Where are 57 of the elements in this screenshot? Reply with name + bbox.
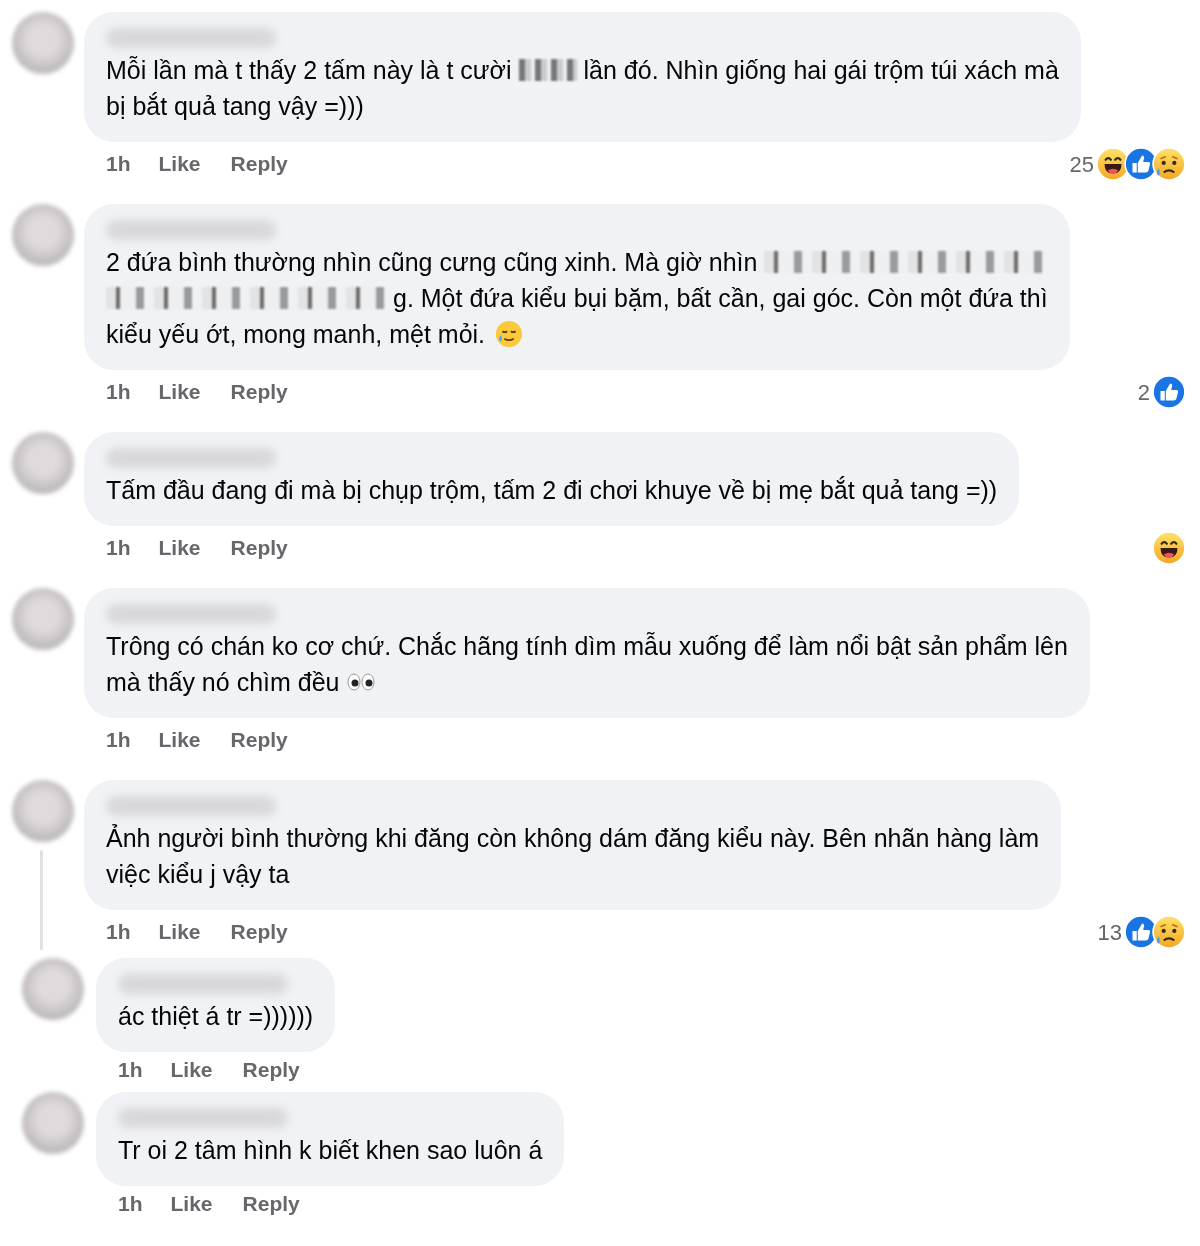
comment-text: Tr oi 2 tâm hình k biết khen sao luôn á (118, 1135, 543, 1166)
comment-text: Mỗi lần mà t thấy 2 tấm này là t cười (106, 55, 512, 86)
comment-text: Trông có chán ko cơ chứ. Chắc hãng tính dìm mẫu xuống để làm nổi bật sản phẩm lên (106, 631, 1068, 662)
like-button[interactable]: Like (170, 1054, 213, 1086)
like-button[interactable]: Like (158, 148, 201, 180)
reply-button[interactable]: Reply (230, 532, 288, 564)
avatar[interactable] (12, 432, 74, 494)
reactions-summary[interactable] (1152, 531, 1186, 565)
like-button[interactable]: Like (158, 376, 201, 408)
reply-button[interactable]: Reply (242, 1188, 300, 1220)
comment-text: Tấm đầu đang đi mà bị chụp trộm, tấm 2 đi chơi khuye về bị mẹ bắt quả tang =)) (106, 475, 998, 506)
timestamp[interactable]: 1h (118, 1188, 143, 1220)
comment-text: g. Một đứa kiểu bụi bặm, bất cần, gai góc. Còn một đứa thì (393, 283, 1048, 314)
reactions-summary[interactable]: 13 (1097, 915, 1186, 949)
comment-text: lần đó. Nhìn giống hai gái trộm túi xách mà (583, 55, 1059, 86)
timestamp[interactable]: 1h (118, 1054, 143, 1086)
laughing-face-icon (1152, 531, 1186, 565)
comment-text: mà thấy nó chìm đều (106, 667, 340, 698)
smiling-face-with-tear-icon (494, 319, 525, 349)
like-button[interactable]: Like (158, 532, 201, 564)
pixelated-text (518, 59, 577, 81)
reply-button[interactable]: Reply (230, 724, 288, 756)
thumbs-up-icon (1124, 915, 1158, 949)
sad-face-icon (1152, 147, 1186, 181)
like-button[interactable]: Like (158, 724, 201, 756)
reply-button[interactable]: Reply (230, 148, 288, 180)
reaction-count: 13 (1097, 918, 1122, 947)
reaction-count: 25 (1069, 150, 1094, 179)
timestamp[interactable]: 1h (106, 148, 131, 180)
like-button[interactable]: Like (170, 1188, 213, 1220)
reaction-count: 2 (1137, 378, 1150, 407)
avatar[interactable] (22, 958, 84, 1020)
comment-text: 2 đứa bình thường nhìn cũng cưng cũng xinh. Mà giờ nhìn (106, 247, 758, 278)
avatar[interactable] (12, 588, 74, 650)
reply-button[interactable]: Reply (242, 1054, 300, 1086)
eyes-icon (346, 671, 377, 693)
like-button[interactable]: Like (158, 916, 201, 948)
avatar[interactable] (12, 12, 74, 74)
timestamp[interactable]: 1h (106, 376, 131, 408)
timestamp[interactable]: 1h (106, 532, 131, 564)
comment-text: ác thiệt á tr =)))))) (118, 1001, 314, 1032)
reactions-summary[interactable]: 2 (1137, 375, 1186, 409)
reply-button[interactable]: Reply (230, 376, 288, 408)
timestamp[interactable]: 1h (106, 916, 131, 948)
comment-text: kiểu yếu ớt, mong manh, mệt mỏi. (106, 319, 486, 350)
comment-text: việc kiểu j vậy ta (106, 859, 290, 890)
comment-text: Ảnh người bình thường khi đăng còn không dám đăng kiểu này. Bên nhãn hàng làm (106, 823, 1040, 854)
reactions-summary[interactable]: 25 (1069, 147, 1186, 181)
thumbs-up-icon (1124, 147, 1158, 181)
avatar[interactable] (12, 204, 74, 266)
thumbs-up-icon (1152, 375, 1186, 409)
timestamp[interactable]: 1h (106, 724, 131, 756)
avatar[interactable] (12, 780, 74, 842)
comment-text: bị bắt quả tang vậy =))) (106, 91, 364, 122)
sad-face-icon (1152, 915, 1186, 949)
avatar[interactable] (22, 1092, 84, 1154)
reply-button[interactable]: Reply (230, 916, 288, 948)
